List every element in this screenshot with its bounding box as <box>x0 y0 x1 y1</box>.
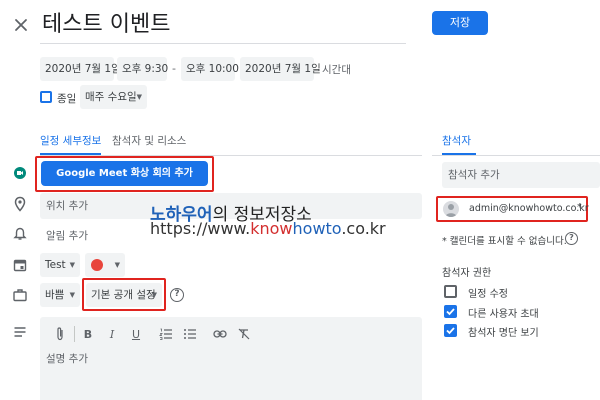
visibility-dropdown[interactable]: 기본 공개 설정 ▼ <box>86 283 162 307</box>
briefcase-icon <box>13 289 27 302</box>
clear-format-button[interactable] <box>236 326 252 342</box>
permissions-title: 참석자 권한 <box>442 268 492 279</box>
permission-modify-checkbox[interactable] <box>444 285 457 298</box>
attach-button[interactable] <box>52 326 68 342</box>
add-guest-input[interactable]: 참석자 추가 <box>442 162 600 188</box>
clear-formatting-icon <box>238 328 250 340</box>
add-meet-button-label: Google Meet 화상 회의 추가 <box>56 168 193 179</box>
calendar-notice-text: * 캘린더를 표시할 수 없습니다. <box>442 236 567 247</box>
timezone-link[interactable]: 시간대 <box>322 62 351 77</box>
calendar-dropdown[interactable]: Test ▼ <box>40 253 80 277</box>
save-button[interactable]: 저장 <box>432 11 488 35</box>
notice-help-button[interactable]: ? <box>565 232 578 245</box>
meet-icon <box>14 167 26 179</box>
chevron-down-icon: ▼ <box>69 261 75 269</box>
chevron-down-icon: ▼ <box>114 261 120 269</box>
busy-value: 바쁨 <box>45 289 65 301</box>
close-icon <box>15 19 27 31</box>
chevron-down-icon: ▼ <box>136 93 142 101</box>
link-icon <box>213 330 227 338</box>
description-lines-icon <box>14 327 26 337</box>
checkmark-icon <box>446 327 455 335</box>
watermark-url-know: know <box>250 219 293 238</box>
underline-button[interactable]: U <box>128 326 144 342</box>
bulleted-list-icon <box>184 329 196 339</box>
checkmark-icon <box>446 308 455 316</box>
watermark-url-prefix: https://www. <box>150 219 251 238</box>
time-separator: - <box>172 62 176 75</box>
guests-divider <box>432 155 600 156</box>
busy-dropdown[interactable]: 바쁨 ▼ <box>40 283 80 307</box>
save-button-label: 저장 <box>449 16 471 29</box>
calendar-icon <box>13 259 27 272</box>
tab-event-details[interactable]: 일정 세부정보 <box>40 133 102 155</box>
add-meet-button[interactable]: Google Meet 화상 회의 추가 <box>41 161 208 186</box>
bold-button[interactable]: B <box>80 326 96 342</box>
permission-see-list-label: 참석자 명단 보기 <box>468 328 539 339</box>
description-editor[interactable] <box>40 317 422 400</box>
avatar <box>443 201 459 217</box>
end-time-label: 오후 10:00 <box>186 63 239 75</box>
add-notification-label: 알림 추가 <box>46 230 88 242</box>
underline-icon: U <box>131 327 141 341</box>
chevron-down-icon: ▼ <box>69 291 75 299</box>
color-dropdown[interactable]: ▼ <box>85 253 125 277</box>
permission-see-list-checkbox[interactable] <box>444 324 457 337</box>
guest-email: admin@knowhowto.co.kr <box>469 203 589 214</box>
timezone-label: 시간대 <box>322 64 351 76</box>
end-date-label: 2020년 7월 1일 <box>245 63 321 75</box>
chevron-down-icon: ▼ <box>151 291 157 299</box>
repeat-value: 매주 수요일 <box>85 91 137 103</box>
calendar-color-dot <box>91 259 103 271</box>
start-date-label: 2020년 7월 1일 <box>45 63 121 75</box>
link-button[interactable] <box>212 326 228 342</box>
tab-guests-resources[interactable]: 참석자 및 리소스 <box>112 133 186 155</box>
help-button[interactable]: ? <box>170 288 184 302</box>
tab-guests-resources-label: 참석자 및 리소스 <box>112 135 187 147</box>
watermark-url: https://www.knowhowto.co.kr <box>150 219 386 238</box>
event-title-input[interactable]: 테스트 이벤트 <box>40 8 406 44</box>
tab-event-details-label: 일정 세부정보 <box>40 135 102 147</box>
end-time-chip[interactable]: 오후 10:00 <box>181 57 239 81</box>
permission-invite-checkbox[interactable] <box>444 305 457 318</box>
help-icon: ? <box>569 233 574 242</box>
person-icon <box>445 204 457 217</box>
guest-row[interactable]: admin@knowhowto.co.kr * <box>440 199 589 219</box>
italic-icon: I <box>109 327 115 341</box>
start-time-label: 오후 9:30 <box>122 63 169 75</box>
close-button[interactable] <box>12 16 30 34</box>
permission-invite-label: 다른 사용자 초대 <box>468 309 539 320</box>
allday-label: 종일 <box>57 93 77 105</box>
add-notification-link[interactable]: 알림 추가 <box>46 228 88 243</box>
description-placeholder: 설명 추가 <box>46 353 88 365</box>
toolbar-divider <box>74 326 75 342</box>
paperclip-icon <box>57 327 63 341</box>
location-placeholder: 위치 추가 <box>46 200 88 212</box>
guest-required-marker: * <box>577 202 582 213</box>
add-guest-placeholder: 참석자 추가 <box>448 169 500 181</box>
allday-checkbox[interactable] <box>40 91 52 103</box>
permission-modify-label: 일정 수정 <box>468 289 508 300</box>
bulleted-list-button[interactable] <box>182 326 198 342</box>
help-icon: ? <box>174 289 180 299</box>
event-title: 테스트 이벤트 <box>42 12 171 37</box>
start-date-chip[interactable]: 2020년 7월 1일 <box>40 57 121 81</box>
watermark-url-howto: howto <box>292 219 342 238</box>
numbered-list-icon <box>159 328 172 340</box>
end-date-chip[interactable]: 2020년 7월 1일 <box>240 57 321 81</box>
numbered-list-button[interactable] <box>158 326 174 342</box>
watermark-url-suffix: .co.kr <box>341 219 386 238</box>
guests-title-label: 참석자 <box>442 135 471 147</box>
italic-button[interactable]: I <box>104 326 120 342</box>
start-time-chip[interactable]: 오후 9:30 <box>117 57 169 81</box>
location-pin-icon <box>14 196 26 212</box>
visibility-value: 기본 공개 설정 <box>91 289 156 301</box>
bell-icon <box>13 227 27 240</box>
bold-icon: B <box>83 327 93 341</box>
calendar-notice: * 캘린더를 표시할 수 없습니다. <box>442 233 567 247</box>
guests-title: 참석자 <box>442 133 476 155</box>
repeat-dropdown[interactable]: 매주 수요일 ▼ <box>80 85 147 109</box>
calendar-name: Test <box>45 259 66 271</box>
